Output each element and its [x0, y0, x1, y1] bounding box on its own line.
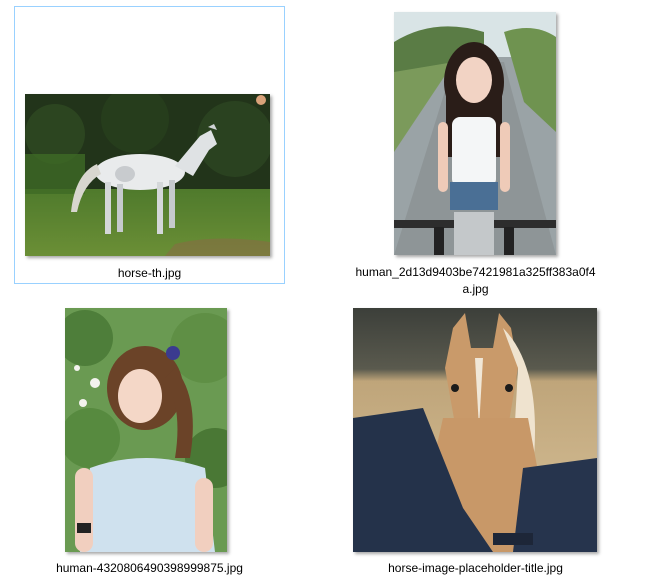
file-name: horse-image-placeholder-title.jpg [388, 561, 563, 575]
file-tile-human-2d13d[interactable]: human_2d13d9403be7421981a325ff383a0f4 a.… [340, 6, 611, 302]
thumbnail-girl-in-garden [65, 308, 227, 552]
thumbnail-palomino-horse [353, 308, 597, 552]
thumbnail-white-horse [25, 94, 270, 256]
file-tile-horse-image-placeholder-title[interactable]: horse-image-placeholder-title.jpg [340, 302, 611, 580]
file-name-line-1: human_2d13d9403be7421981a325ff383a0f4 [355, 265, 596, 279]
file-name-line-2: a.jpg [462, 282, 489, 296]
file-name: human-4320806490398999875.jpg [56, 561, 243, 575]
thumbnail-girl-with-bicycle [394, 12, 556, 255]
file-name: horse-th.jpg [117, 266, 182, 280]
file-tile-horse-th[interactable]: horse-th.jpg [14, 6, 285, 284]
file-tile-human-4320806[interactable]: human-4320806490398999875.jpg [14, 302, 285, 580]
file-name: human_2d13d9403be7421981a325ff383a0f4 a.… [340, 264, 611, 298]
